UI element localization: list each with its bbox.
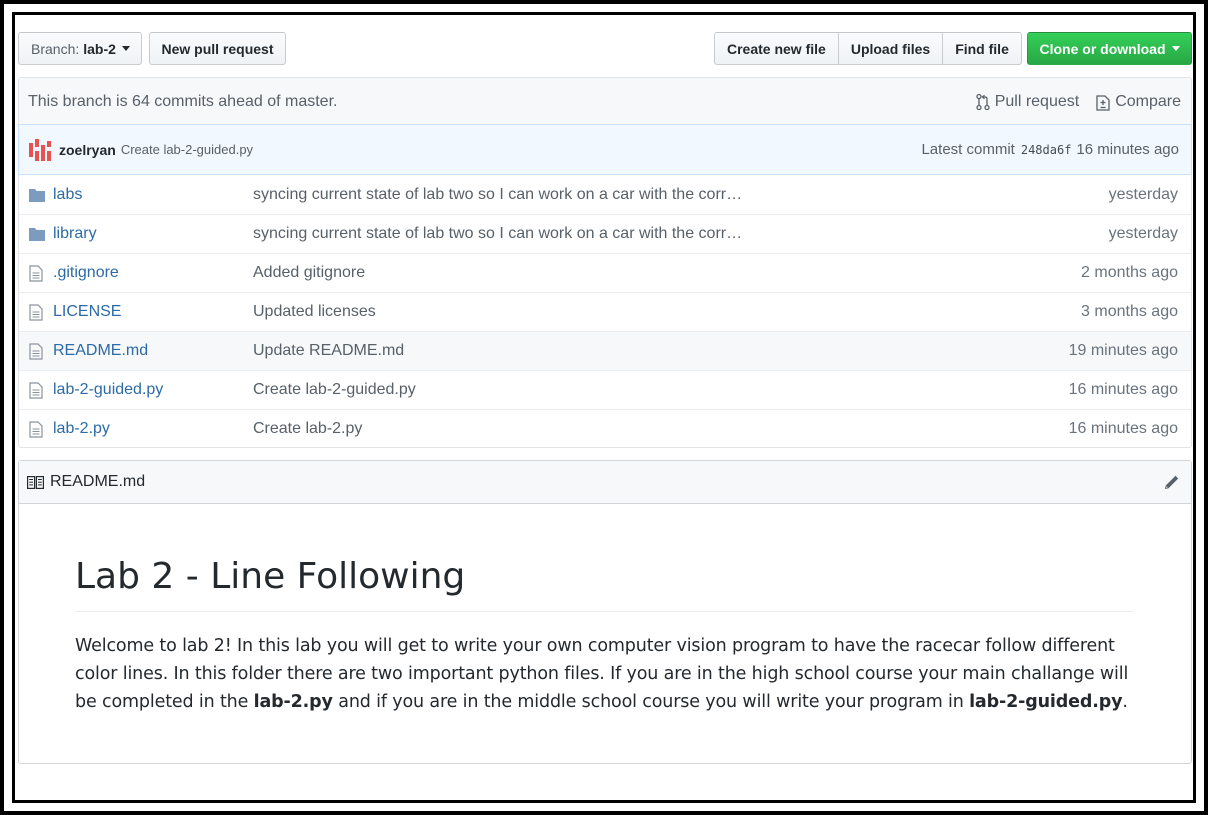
readme-filename: README.md: [50, 473, 146, 490]
table-row[interactable]: library syncing current state of lab two…: [19, 214, 1191, 253]
branch-prefix-label: Branch:: [31, 40, 80, 57]
branch-status-text: This branch is 64 commits ahead of maste…: [28, 92, 338, 110]
readme-bold-file: lab-2.py: [253, 692, 333, 712]
readme-content: Lab 2 - Line Following Welcome to lab 2!…: [19, 554, 1191, 716]
file-icon: [19, 303, 53, 321]
table-row[interactable]: README.md Update README.md 19 minutes ag…: [19, 331, 1191, 370]
file-age: yesterday: [1108, 225, 1178, 242]
folder-icon: [19, 188, 53, 202]
diff-icon: [1096, 94, 1110, 111]
file-age: 16 minutes ago: [1068, 381, 1178, 398]
folder-icon: [19, 227, 53, 241]
pencil-icon[interactable]: [1163, 473, 1181, 491]
file-commit-message[interactable]: syncing current state of lab two so I ca…: [253, 186, 813, 204]
file-icon: [19, 381, 53, 399]
screenshot-frame: Branch: lab-2 New pull request Create ne…: [4, 4, 1204, 811]
latest-commit-label: Latest commit: [921, 141, 1015, 158]
latest-commit-bar: zoelryan Create lab-2-guided.py Latest c…: [18, 124, 1192, 175]
git-pull-request-icon: [976, 93, 990, 110]
file-name-link[interactable]: README.md: [53, 342, 253, 360]
commit-message-link[interactable]: Create lab-2-guided.py: [121, 142, 253, 157]
table-row[interactable]: labs syncing current state of lab two so…: [19, 175, 1191, 214]
file-commit-message[interactable]: Create lab-2-guided.py: [253, 381, 813, 399]
upload-files-button[interactable]: Upload files: [837, 32, 944, 65]
compare-link[interactable]: Compare: [1095, 92, 1181, 112]
branch-select-button[interactable]: Branch: lab-2: [18, 32, 142, 65]
file-icon: [19, 264, 53, 282]
file-icon: [19, 420, 53, 438]
file-age: yesterday: [1108, 185, 1178, 203]
file-age: 3 months ago: [1081, 303, 1178, 320]
file-name-link[interactable]: labs: [53, 186, 253, 204]
file-name-link[interactable]: library: [53, 225, 253, 243]
table-row[interactable]: lab-2-guided.py Create lab-2-guided.py 1…: [19, 370, 1191, 409]
file-name-link[interactable]: LICENSE: [53, 303, 253, 321]
readme-paragraph: Welcome to lab 2! In this lab you will g…: [75, 632, 1134, 716]
repo-page: Branch: lab-2 New pull request Create ne…: [15, 15, 1193, 800]
file-age: 16 minutes ago: [1068, 420, 1178, 437]
file-commit-message[interactable]: syncing current state of lab two so I ca…: [253, 225, 813, 243]
file-commit-message[interactable]: Create lab-2.py: [253, 420, 813, 438]
pull-request-link[interactable]: Pull request: [975, 92, 1080, 111]
caret-down-icon: [121, 46, 130, 51]
find-file-button[interactable]: Find file: [942, 32, 1022, 65]
readme-header: README.md: [19, 461, 1191, 504]
book-icon: [27, 475, 44, 489]
caret-down-icon: [1171, 46, 1180, 51]
table-row[interactable]: LICENSE Updated licenses 3 months ago: [19, 292, 1191, 331]
readme-text: .: [1122, 692, 1128, 712]
create-new-file-button[interactable]: Create new file: [714, 32, 839, 65]
pull-request-label: Pull request: [994, 92, 1080, 110]
branch-status-bar: This branch is 64 commits ahead of maste…: [18, 77, 1192, 125]
file-actions-group: Create new file Upload files Find file: [714, 32, 1022, 65]
commit-sha-link[interactable]: 248da6f: [1021, 143, 1072, 157]
file-age: 2 months ago: [1081, 264, 1178, 281]
screenshot-border: Branch: lab-2 New pull request Create ne…: [12, 12, 1196, 803]
file-commit-message[interactable]: Updated licenses: [253, 303, 813, 321]
readme-panel: README.md Lab 2 - Line Following Welcome…: [18, 460, 1192, 764]
file-name-link[interactable]: lab-2-guided.py: [53, 381, 253, 399]
file-icon: [19, 342, 53, 360]
file-list: labs syncing current state of lab two so…: [18, 175, 1192, 448]
table-row[interactable]: .gitignore Added gitignore 2 months ago: [19, 253, 1191, 292]
commit-author-link[interactable]: zoelryan: [59, 142, 116, 158]
clone-or-download-label: Clone or download: [1039, 40, 1166, 57]
avatar[interactable]: [29, 138, 51, 161]
file-age: 19 minutes ago: [1068, 342, 1178, 359]
file-name-link[interactable]: lab-2.py: [53, 420, 253, 438]
file-commit-message[interactable]: Added gitignore: [253, 264, 813, 282]
compare-label: Compare: [1115, 92, 1181, 110]
file-commit-message[interactable]: Update README.md: [253, 342, 813, 360]
readme-bold-file: lab-2-guided.py: [969, 692, 1123, 712]
table-row[interactable]: lab-2.py Create lab-2.py 16 minutes ago: [19, 409, 1191, 448]
new-pull-request-button[interactable]: New pull request: [149, 32, 286, 65]
readme-text: and if you are in the middle school cour…: [332, 692, 970, 712]
branch-name: lab-2: [83, 40, 116, 57]
commit-age: 16 minutes ago: [1076, 141, 1179, 158]
readme-heading: Lab 2 - Line Following: [75, 554, 1134, 612]
file-name-link[interactable]: .gitignore: [53, 264, 253, 282]
clone-or-download-button[interactable]: Clone or download: [1027, 32, 1192, 65]
